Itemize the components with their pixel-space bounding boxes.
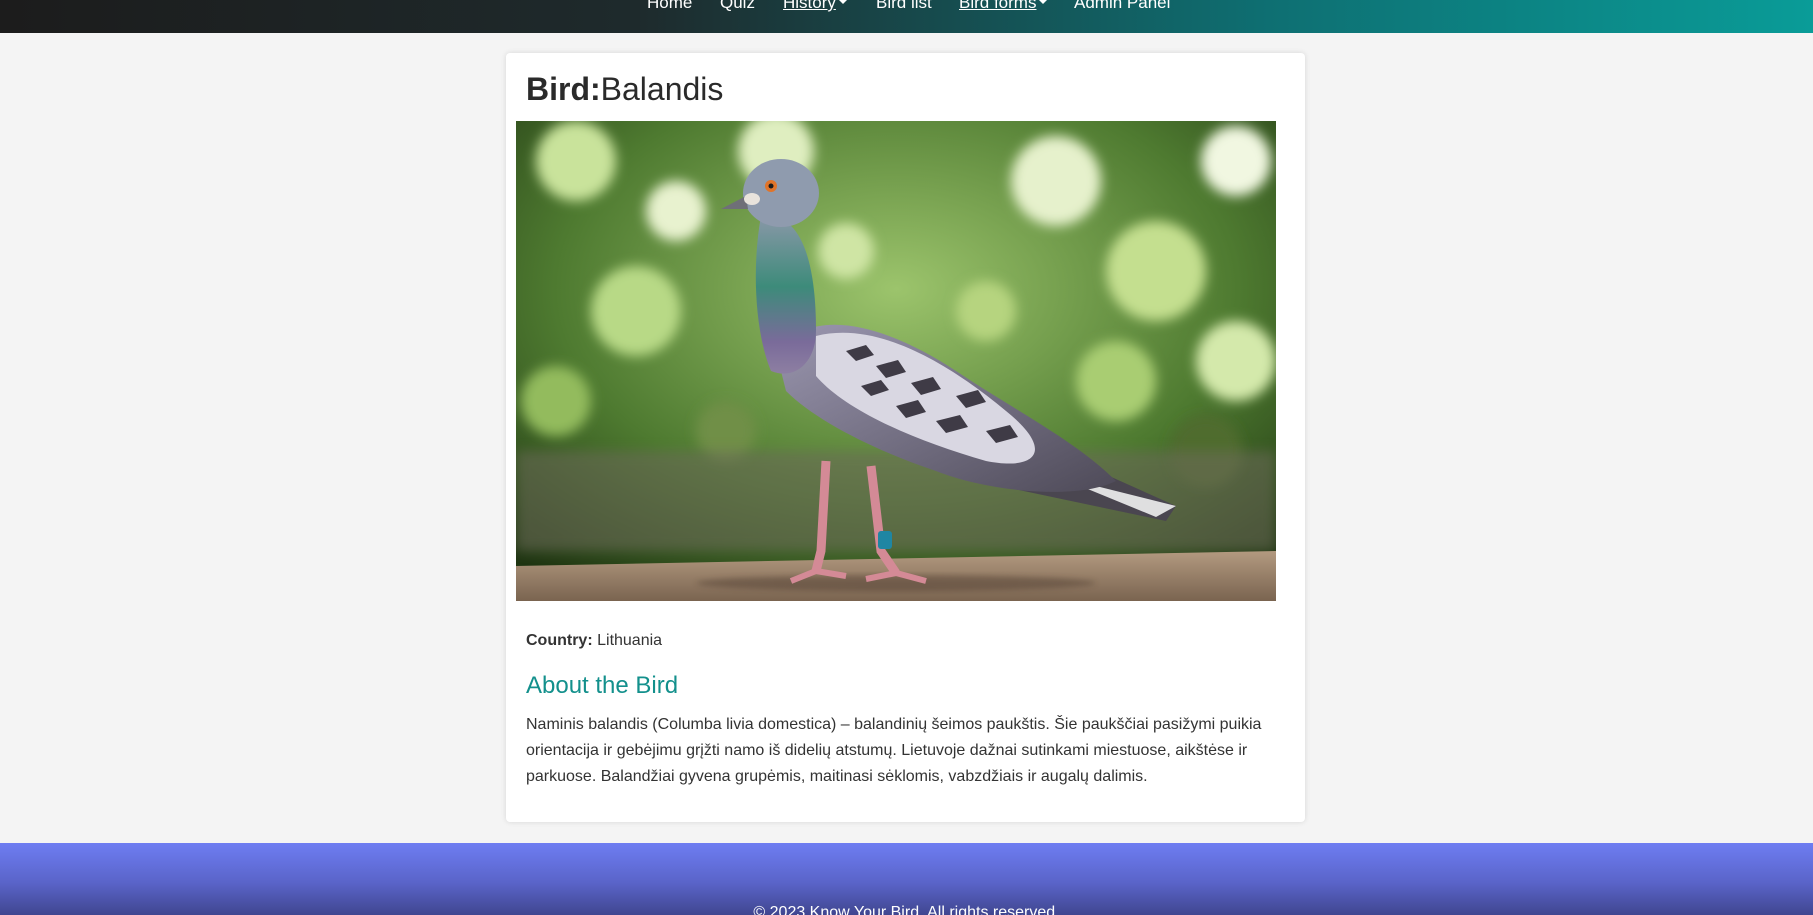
nav-history-label: History bbox=[783, 0, 836, 12]
nav-bird-forms-label: Bird forms bbox=[959, 0, 1037, 12]
bird-name: Balandis bbox=[600, 71, 724, 107]
about-heading: About the Bird bbox=[526, 672, 679, 699]
chevron-down-icon bbox=[1039, 0, 1048, 4]
country-value: Lithuania bbox=[597, 632, 663, 649]
chevron-down-icon bbox=[838, 0, 847, 4]
bird-photo bbox=[516, 121, 1276, 601]
bird-description: Naminis balandis (Columba livia domestic… bbox=[526, 716, 1262, 785]
nav-history-dropdown[interactable]: History bbox=[783, 0, 847, 14]
footer-copyright: © 2023 Know Your Bird. All rights reserv… bbox=[753, 904, 1060, 915]
top-navbar: Home Quiz History Bird list Bird forms A… bbox=[0, 0, 1813, 33]
country-label: Country: bbox=[526, 632, 593, 649]
nav-bird-forms-dropdown[interactable]: Bird forms bbox=[959, 0, 1048, 14]
title-prefix: Bird: bbox=[526, 71, 601, 107]
page-footer: © 2023 Know Your Bird. All rights reserv… bbox=[0, 843, 1813, 915]
nav-quiz-link[interactable]: Quiz bbox=[720, 0, 755, 14]
page-title: Bird:Balandis bbox=[526, 69, 723, 109]
nav-home-link[interactable]: Home bbox=[647, 0, 692, 14]
country-line: Country: Lithuania bbox=[526, 632, 662, 650]
nav-bird-list-link[interactable]: Bird list bbox=[876, 0, 932, 14]
nav-admin-panel-link[interactable]: Admin Panel bbox=[1074, 0, 1170, 14]
bird-detail-card: Bird:Balandis Country: Lithuania About t… bbox=[506, 53, 1305, 822]
